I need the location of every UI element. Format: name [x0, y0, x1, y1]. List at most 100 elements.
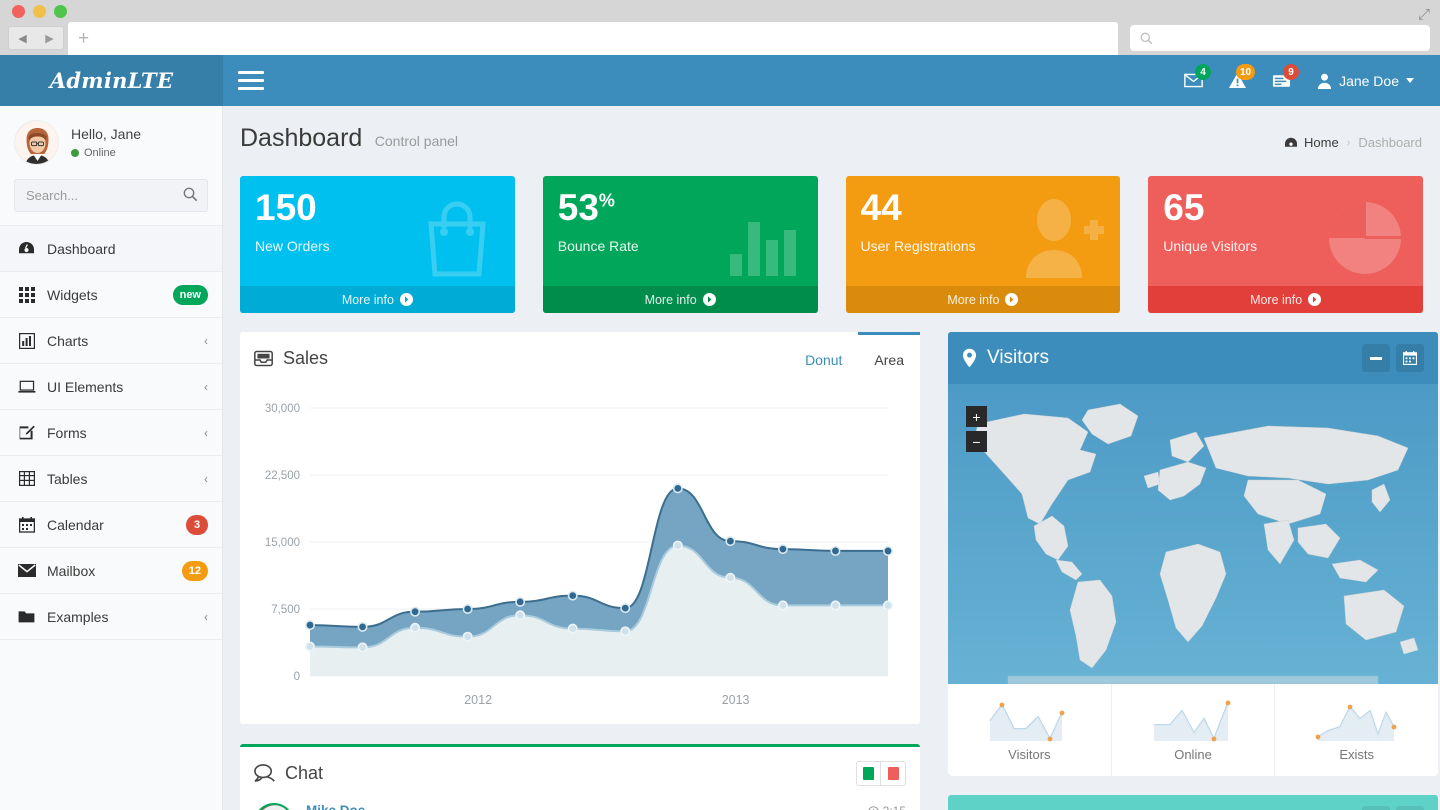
browser-nav-buttons[interactable]: ◀ ▶	[8, 26, 64, 50]
notifications-menu-button[interactable]: 10	[1215, 55, 1259, 106]
chat-box: Chat	[240, 744, 920, 810]
maximize-window-button[interactable]	[54, 5, 67, 18]
window-controls[interactable]	[12, 5, 67, 18]
sidebar-item-examples[interactable]: Examples ‹	[0, 593, 222, 640]
tab-donut[interactable]: Donut	[789, 332, 858, 384]
tab-area[interactable]: Area	[858, 332, 920, 384]
more-info-label: More info	[1250, 292, 1303, 307]
sidebar-item-ui-elements[interactable]: UI Elements ‹	[0, 363, 222, 410]
sidebar-item-badge: 3	[186, 514, 208, 535]
small-box-more-info-link[interactable]: More info	[240, 286, 515, 313]
world-map[interactable]: + −	[948, 384, 1438, 684]
small-box-more-info-link[interactable]: More info	[845, 286, 1121, 313]
main-header: AdminLTE 4 10 9 Jane Doe	[0, 55, 1440, 106]
small-box-more-info-link[interactable]: More info	[542, 286, 818, 313]
svg-text:22,500: 22,500	[265, 470, 300, 482]
expand-icon[interactable]: ⤢	[1418, 6, 1430, 23]
sidebar-item-mailbox[interactable]: Mailbox 12	[0, 547, 222, 594]
folder-icon	[17, 610, 36, 624]
sidebar-item-label: Mailbox	[47, 562, 96, 579]
forward-button[interactable]: ▶	[45, 32, 53, 45]
map-stat-visitors: Visitors	[948, 684, 1112, 776]
left-column: Sales Donut Area 0 7,500 15,000 22,500 30,00…	[240, 332, 920, 810]
sidebar-item-label: Widgets	[47, 286, 98, 303]
small-box-user-registrations: 44 User Registrations More info	[845, 176, 1121, 313]
chat-author[interactable]: Mike Doe	[306, 803, 906, 810]
url-bar[interactable]	[1130, 25, 1430, 51]
page-subtitle: Control panel	[374, 133, 459, 149]
sidebar-item-forms[interactable]: Forms ‹	[0, 409, 222, 456]
browser-chrome: ⤢ ◀ ▶ +	[0, 0, 1440, 55]
sidebar-toggle-button[interactable]	[223, 55, 279, 106]
tab-strip[interactable]: +	[68, 22, 1118, 55]
calendar-icon	[1403, 351, 1417, 365]
content-area: Dashboard Control panel Home › Dashboard…	[223, 106, 1440, 810]
chat-box-title-label: Chat	[285, 762, 324, 783]
search-icon[interactable]	[183, 187, 198, 202]
tasks-badge: 9	[1283, 64, 1300, 80]
new-tab-button[interactable]: +	[78, 29, 89, 48]
sales-area-chart[interactable]: 0 7,500 15,000 22,500 30,000 2012 2013	[240, 384, 920, 724]
minimize-button[interactable]	[1362, 806, 1390, 810]
close-button[interactable]: ✕	[1396, 806, 1424, 810]
breadcrumb-separator: ›	[1346, 136, 1351, 149]
calendar-button[interactable]	[1396, 344, 1424, 372]
svg-text:15,000: 15,000	[265, 537, 300, 549]
visitors-box-tools	[1356, 344, 1424, 372]
small-box-label: Bounce Rate	[557, 238, 639, 254]
red-square-button[interactable]	[881, 760, 906, 786]
svg-text:0: 0	[294, 671, 300, 683]
sidebar-item-tables[interactable]: Tables ‹	[0, 455, 222, 502]
minimize-window-button[interactable]	[33, 5, 46, 18]
back-button[interactable]: ◀	[18, 32, 26, 45]
sidebar-item-charts[interactable]: Charts ‹	[0, 317, 222, 364]
user-icon	[1317, 73, 1332, 89]
chevron-left-icon: ‹	[204, 333, 208, 348]
breadcrumb-home-link[interactable]: Home	[1284, 135, 1339, 150]
sales-graph-box-header: Sales Graph ✕	[948, 795, 1438, 810]
user-name-label: Jane Doe	[1339, 72, 1399, 89]
logo-link[interactable]: AdminLTE	[0, 55, 223, 106]
map-zoom-out-button[interactable]: −	[966, 431, 987, 452]
laptop-icon	[17, 380, 36, 394]
sales-graph-box-tools: ✕	[1356, 806, 1424, 810]
search-icon	[1140, 32, 1153, 45]
map-zoom-in-button[interactable]: +	[966, 406, 987, 427]
sparkline-online	[1154, 700, 1231, 741]
tasks-menu-button[interactable]: 9	[1259, 55, 1303, 106]
chat-message: Mike Doe 2:15 I would like to meet you t…	[254, 799, 906, 810]
small-box-label: User Registrations	[860, 238, 976, 254]
sidebar-item-badge: new	[172, 284, 208, 305]
minimize-button[interactable]	[1362, 344, 1390, 372]
visitors-box-header: Visitors	[948, 332, 1438, 384]
online-status-dot	[71, 149, 79, 157]
sidebar-item-label: Calendar	[47, 516, 104, 533]
chat-box-title: Chat	[254, 763, 323, 784]
close-window-button[interactable]	[12, 5, 25, 18]
arrow-circle-right-icon	[702, 293, 716, 306]
sidebar: Hello, Jane Online Dashboard	[0, 106, 223, 810]
messages-menu-button[interactable]: 4	[1171, 55, 1215, 106]
small-box-more-info-link[interactable]: More info	[1148, 286, 1423, 313]
search-input[interactable]	[15, 188, 207, 203]
arrow-circle-right-icon	[1308, 293, 1322, 306]
chat-bubble-icon	[254, 764, 275, 782]
sidebar-item-label: Dashboard	[47, 240, 116, 257]
sidebar-status-label: Online	[84, 147, 116, 159]
chat-timestamp: 2:15	[867, 804, 906, 810]
user-menu-button[interactable]: Jane Doe	[1303, 55, 1424, 106]
green-square-button[interactable]	[856, 760, 881, 786]
area-chart-canvas: 0 7,500 15,000 22,500 30,000 2012 2013	[265, 403, 893, 707]
small-box-number: 53%	[557, 187, 615, 228]
sales-box-title-label: Sales	[283, 347, 329, 368]
sidebar-item-widgets[interactable]: Widgets new	[0, 271, 222, 318]
sidebar-greeting: Hello, Jane	[71, 126, 142, 142]
chevron-down-icon	[1406, 78, 1414, 83]
sidebar-item-calendar[interactable]: Calendar 3	[0, 501, 222, 548]
sales-box: Sales Donut Area 0 7,500 15,000 22,500 30,00…	[240, 332, 920, 724]
small-box-bounce-rate: 53% Bounce Rate More info	[542, 176, 818, 313]
admin-app: AdminLTE 4 10 9 Jane Doe Hello, Jane Onl…	[0, 55, 1440, 810]
sidebar-search-form[interactable]	[14, 179, 208, 212]
sidebar-item-dashboard[interactable]: Dashboard	[0, 225, 222, 272]
navbar-right-menu: 4 10 9 Jane Doe	[1171, 55, 1440, 106]
